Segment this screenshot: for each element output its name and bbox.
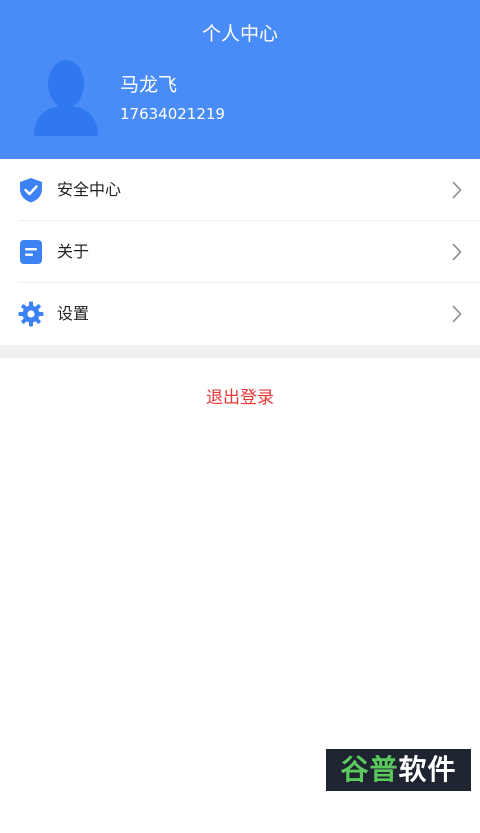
menu-item-label: 关于: [57, 242, 90, 261]
menu-item-label: 安全中心: [57, 180, 122, 199]
menu-item-label: 设置: [57, 304, 90, 323]
profile-header: 个人中心 马龙飞 17634021219: [0, 0, 480, 159]
user-name: 马龙飞: [120, 74, 178, 96]
document-icon: [18, 239, 44, 265]
chevron-right-icon: [452, 181, 462, 199]
avatar-icon[interactable]: [30, 58, 102, 136]
logout-button[interactable]: 退出登录: [0, 358, 480, 418]
menu-item-settings[interactable]: 设置: [0, 283, 480, 345]
gear-icon: [18, 301, 44, 327]
user-phone: 17634021219: [120, 105, 225, 123]
chevron-right-icon: [452, 305, 462, 323]
menu-item-about[interactable]: 关于: [0, 221, 480, 283]
page-title: 个人中心: [201, 23, 278, 45]
section-separator: [0, 345, 480, 358]
watermark-logo: 谷普软件园: [326, 749, 471, 828]
shield-check-icon: [18, 177, 44, 203]
chevron-right-icon: [452, 243, 462, 261]
menu-list: 安全中心 关于 设置: [0, 159, 480, 345]
menu-item-security-center[interactable]: 安全中心: [0, 159, 480, 221]
